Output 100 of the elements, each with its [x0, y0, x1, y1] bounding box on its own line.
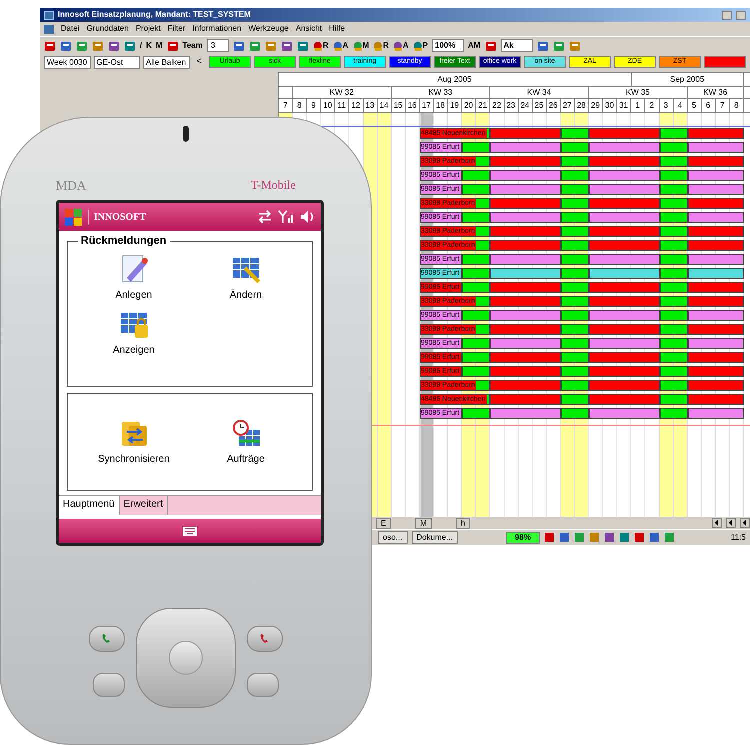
- tray-icon[interactable]: [634, 532, 646, 543]
- tab[interactable]: Erweitert: [120, 496, 168, 515]
- person-icon[interactable]: [352, 40, 363, 52]
- toolbar-icon[interactable]: [124, 40, 136, 52]
- app-icon[interactable]: [231, 418, 261, 448]
- weekend-bar: [462, 338, 490, 349]
- tray-icon[interactable]: [589, 532, 600, 543]
- keyboard-icon[interactable]: [182, 526, 198, 536]
- toolbar-icon[interactable]: [568, 40, 581, 52]
- icon-label[interactable]: Synchronisieren: [98, 452, 170, 467]
- menu-item[interactable]: Hilfe: [329, 23, 346, 35]
- speaker-icon[interactable]: [300, 210, 315, 224]
- icon-label[interactable]: Anlegen: [116, 288, 152, 303]
- toolbar-label: A: [403, 40, 409, 52]
- person-icon[interactable]: [373, 40, 384, 52]
- weekend-bar: [560, 380, 590, 391]
- tray-icon[interactable]: [544, 532, 556, 543]
- taskbar-button[interactable]: oso...: [378, 531, 408, 544]
- soft-key[interactable]: [93, 673, 125, 697]
- scroll-right-button[interactable]: [740, 518, 750, 528]
- tray-icon[interactable]: [604, 532, 616, 543]
- menu-item[interactable]: Grunddaten: [86, 23, 129, 35]
- person-icon[interactable]: [393, 40, 404, 52]
- scroll-first-button[interactable]: [712, 518, 722, 528]
- navigation-pad[interactable]: [136, 608, 236, 708]
- tray-icon[interactable]: [664, 532, 676, 543]
- menu-item[interactable]: Werkzeuge: [248, 23, 289, 35]
- toolbar-icon[interactable]: [249, 40, 261, 52]
- menu-item[interactable]: Informationen: [192, 23, 242, 35]
- sheet-tab[interactable]: h: [456, 518, 470, 528]
- tray-icon[interactable]: [574, 532, 586, 543]
- toolbar-button[interactable]: M: [156, 40, 163, 52]
- toolbar-icon[interactable]: [60, 40, 72, 52]
- number-spinner[interactable]: 3: [207, 39, 229, 52]
- day-header: 4: [674, 99, 688, 112]
- week-header: KW 32: [293, 87, 392, 98]
- toolbar-icon[interactable]: [108, 40, 120, 52]
- tab[interactable]: Hauptmenü: [59, 496, 120, 515]
- icon-label[interactable]: Anzeigen: [113, 343, 155, 358]
- person-icon[interactable]: [313, 40, 323, 52]
- toolbar-button[interactable]: Team: [182, 40, 203, 52]
- restore-button[interactable]: [736, 10, 746, 20]
- menu-item[interactable]: Projekt: [136, 23, 161, 35]
- toolbar-button[interactable]: AM: [468, 40, 481, 52]
- taskbar-button[interactable]: Dokume...: [412, 531, 458, 544]
- toolbar-icon[interactable]: [92, 40, 104, 52]
- dropdown[interactable]: 100%: [432, 39, 464, 52]
- select-button[interactable]: [169, 641, 203, 675]
- toolbar-icon[interactable]: [76, 40, 88, 52]
- toolbar-button[interactable]: /: [140, 40, 142, 52]
- icon-label[interactable]: Ändern: [230, 288, 262, 303]
- weekend-bar: [462, 366, 490, 377]
- scroll-left-button[interactable]: [726, 518, 736, 528]
- weekend-bar: [660, 338, 688, 349]
- scroll-left-button[interactable]: <: [192, 55, 206, 69]
- icon-label[interactable]: Aufträge: [227, 452, 265, 467]
- weekend-bar: [560, 254, 590, 265]
- weekend-bar: [660, 212, 688, 223]
- weekend-bar: [660, 198, 688, 209]
- call-button[interactable]: [89, 626, 125, 652]
- carrier-label: T-Mobile: [251, 177, 296, 194]
- tray-icon[interactable]: [649, 532, 660, 543]
- dropdown[interactable]: Week 0030: [44, 56, 91, 68]
- toolbar-button[interactable]: K: [146, 40, 152, 52]
- person-icon[interactable]: [332, 40, 343, 52]
- connection-icon[interactable]: [258, 210, 272, 224]
- sheet-tab[interactable]: M: [415, 518, 432, 528]
- weekend-bar: [560, 352, 590, 363]
- day-header: 8: [730, 99, 744, 112]
- tray-icon[interactable]: [559, 532, 570, 543]
- tray-icon[interactable]: [619, 532, 630, 543]
- toolbar-icon[interactable]: [484, 40, 497, 52]
- weekend-bar: [560, 338, 590, 349]
- toolbar-icon[interactable]: [297, 40, 309, 52]
- toolbar-icon[interactable]: [44, 40, 56, 52]
- toolbar-icon[interactable]: [265, 40, 277, 52]
- dropdown[interactable]: Alle Balken: [143, 56, 190, 68]
- end-call-button[interactable]: [247, 626, 283, 652]
- group-title: Rückmeldungen: [78, 234, 170, 248]
- menu-item[interactable]: Datei: [61, 23, 80, 35]
- sheet-tab[interactable]: E: [376, 518, 392, 528]
- minimize-button[interactable]: [722, 10, 732, 20]
- dropdown[interactable]: Ak: [500, 39, 533, 52]
- toolbar-icon[interactable]: [552, 40, 565, 52]
- toolbar-icon[interactable]: [281, 40, 293, 52]
- weekend-bar: [660, 380, 688, 391]
- menu-item[interactable]: Ansicht: [296, 23, 322, 35]
- menu-item[interactable]: Filter: [168, 23, 186, 35]
- toolbar-icon[interactable]: [536, 40, 549, 52]
- toolbar-icon[interactable]: [233, 40, 245, 52]
- day-header: 28: [574, 99, 590, 112]
- dropdown[interactable]: GE-Ost: [94, 56, 140, 68]
- soft-key[interactable]: [247, 673, 279, 697]
- day-header: 8: [293, 99, 308, 112]
- weekend-bar: [660, 394, 688, 405]
- weekend-bar: [660, 226, 688, 237]
- person-icon[interactable]: [412, 40, 423, 52]
- signal-icon[interactable]: [278, 210, 294, 224]
- toolbar-icon[interactable]: [166, 40, 179, 52]
- start-icon[interactable]: [65, 208, 82, 226]
